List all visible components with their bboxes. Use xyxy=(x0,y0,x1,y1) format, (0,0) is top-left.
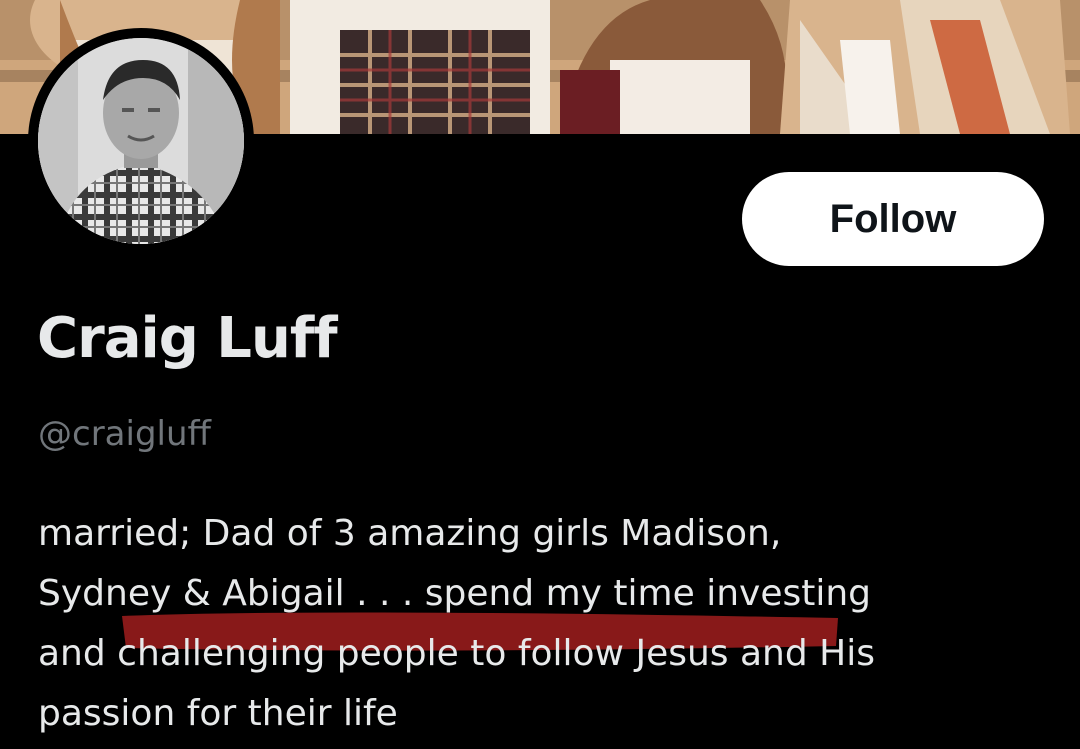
follow-button[interactable]: Follow xyxy=(742,172,1044,266)
bio-line: Sydney & Abigail . . . spend my time inv… xyxy=(38,573,872,614)
avatar-ring xyxy=(28,28,254,254)
profile-bio: married; Dad of 3 amazing girls Madison,… xyxy=(38,504,1048,744)
bio-line: passion for their life xyxy=(38,693,398,734)
bio-line: and challenging people to follow Jesus a… xyxy=(38,633,875,674)
avatar[interactable] xyxy=(38,38,244,244)
display-name: Craig Luff xyxy=(37,306,338,371)
user-handle: @craigluff xyxy=(38,414,211,454)
profile-page: Follow Craig Luff @craigluff married; Da… xyxy=(0,0,1080,749)
avatar-photo xyxy=(38,38,244,244)
bio-line: married; Dad of 3 amazing girls Madison, xyxy=(38,513,782,554)
